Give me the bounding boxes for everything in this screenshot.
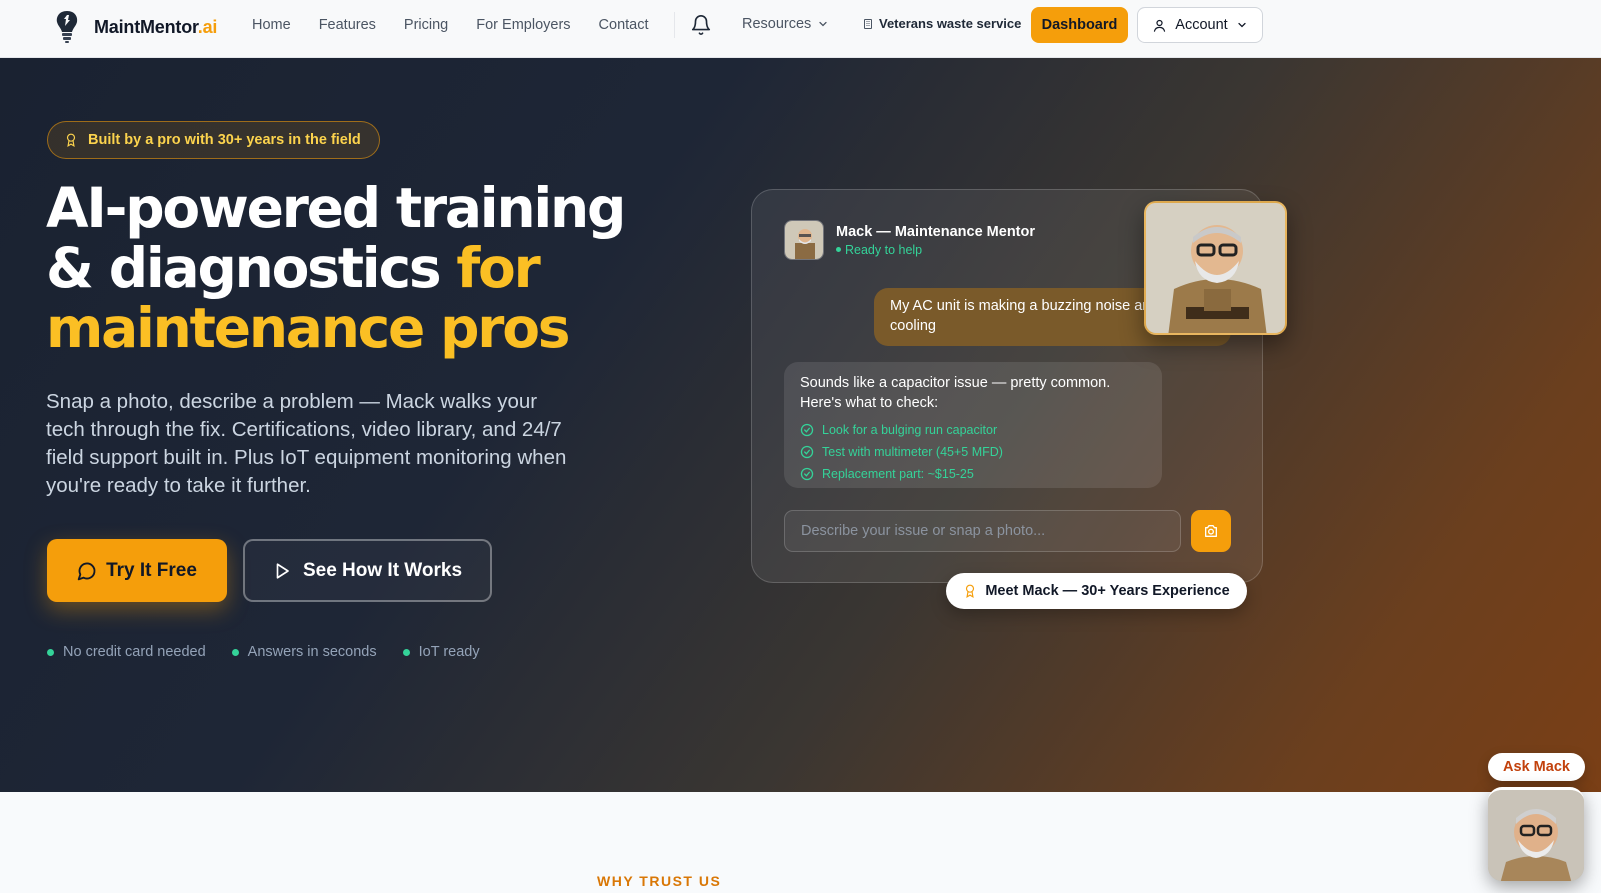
lightbulb-wrench-icon [56,11,78,43]
bot-message: Sounds like a capacitor issue — pretty c… [784,362,1162,488]
bell-icon[interactable] [690,14,712,36]
mentor-status: Ready to help [836,243,1035,257]
chat-header: Mack — Maintenance Mentor Ready to help [784,220,1035,260]
try-free-button[interactable]: Try It Free [47,539,227,602]
see-how-it-works-button[interactable]: See How It Works [243,539,492,602]
nav-link-pricing[interactable]: Pricing [404,17,448,33]
brand-name: MaintMentor.ai [94,16,218,37]
camera-button[interactable] [1191,510,1231,552]
check-circle-icon [800,445,814,459]
nav-link-home[interactable]: Home [252,17,291,33]
chat-bubble-icon [77,562,96,580]
user-icon [1154,19,1166,32]
check-circle-icon [800,467,814,481]
dashboard-button[interactable]: Dashboard [1031,7,1128,43]
mentor-name: Mack — Maintenance Mentor [836,223,1036,240]
play-icon [276,562,289,579]
perk-item: No credit card needed [47,644,206,660]
nav-link-contact[interactable]: Contact [599,17,649,33]
status-dot [47,648,54,656]
hero-description: Snap a photo, describe a problem — Mack … [46,390,567,497]
chat-input[interactable] [784,510,1181,552]
hero-section: Built by a pro with 30+ years in the fie… [0,58,1601,792]
resources-menu[interactable]: Resources [742,16,829,32]
perk-list: No credit card needed Answers in seconds… [47,644,480,660]
nav-link-employers[interactable]: For Employers [476,17,570,33]
account-button[interactable]: Account [1137,7,1263,43]
nav-links: Home Features Pricing For Employers Cont… [252,0,677,50]
meet-mack-pill: Meet Mack — 30+ Years Experience [946,573,1247,609]
mentor-portrait [1144,201,1287,335]
award-icon [966,584,975,598]
section-eyebrow: WHY TRUST US [597,873,722,889]
status-dot [402,648,410,656]
perk-item: Answers in seconds [231,644,377,660]
chevron-down-icon [819,21,827,27]
hero-title: AI-powered training & diagnostics for ma… [46,176,626,360]
veterans-link[interactable]: Veterans waste service [862,16,1021,31]
checklist-item: Test with multimeter (45+5 MFD) [800,441,1146,463]
award-icon [66,133,76,147]
checklist-item: Replacement part: ~$15-25 [800,463,1146,485]
mentor-avatar [784,220,824,260]
ask-mack-avatar[interactable] [1488,787,1584,881]
nav-divider [674,12,675,38]
ask-mack-label[interactable]: Ask Mack [1488,753,1585,781]
chevron-down-icon [1238,22,1246,28]
status-dot [231,648,239,656]
diagnostic-checklist: Look for a bulging run capacitor Test wi… [800,419,1146,485]
checklist-item: Look for a bulging run capacitor [800,419,1146,441]
logo[interactable]: MaintMentor.ai [54,10,217,44]
camera-icon [1205,525,1217,537]
experience-badge: Built by a pro with 30+ years in the fie… [47,121,380,159]
building-icon [864,18,872,29]
nav-link-features[interactable]: Features [319,17,376,33]
top-nav: MaintMentor.ai Home Features Pricing For… [0,0,1601,58]
check-circle-icon [800,423,814,437]
perk-item: IoT ready [402,644,480,660]
